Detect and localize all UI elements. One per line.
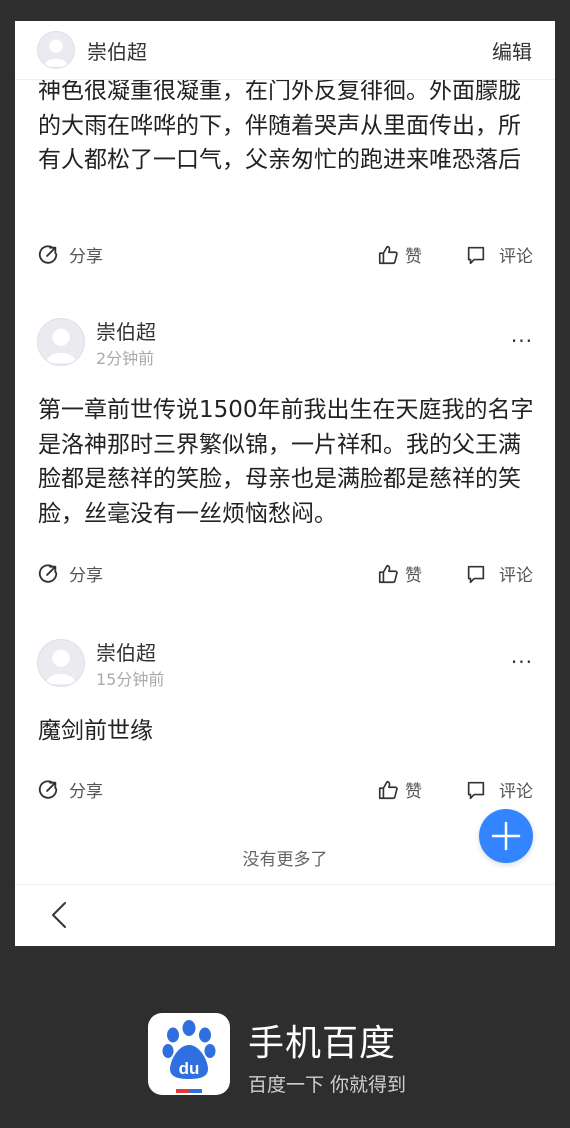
post-actions: 分享 赞 评论 [15, 777, 555, 807]
more-options-button[interactable]: ··· [511, 329, 533, 353]
like-label: 赞 [405, 782, 422, 802]
comment-label: 评论 [499, 566, 533, 586]
post-feed-card: 崇伯超 编辑 神色很凝重很凝重，在门外反复徘徊。外面朦胧的大雨在哗哗的下，伴随着… [15, 21, 555, 946]
share-label: 分享 [69, 247, 103, 267]
post-time: 2分钟前 [96, 349, 155, 368]
plus-icon [491, 821, 521, 851]
avatar[interactable] [37, 318, 85, 366]
thumbs-up-icon [378, 245, 398, 264]
more-options-button[interactable]: ··· [511, 650, 533, 674]
post-text: 神色很凝重很凝重，在门外反复徘徊。外面朦胧的大雨在哗哗的下，伴随着哭声从里面传出… [38, 78, 521, 173]
brand-banner: du 手机百度 百度一下 你就得到 [0, 980, 570, 1128]
comment-icon [467, 565, 485, 583]
bottom-nav-bar [15, 884, 555, 946]
brand-subtitle: 百度一下 你就得到 [248, 1074, 407, 1096]
edit-button[interactable]: 编辑 [492, 36, 532, 65]
thumbs-up-icon [378, 564, 398, 583]
comment-button[interactable]: 评论 [465, 242, 533, 267]
post-username[interactable]: 崇伯超 [96, 316, 156, 345]
thumbs-up-icon [378, 780, 398, 799]
avatar[interactable] [37, 31, 75, 69]
no-more-text: 没有更多了 [242, 850, 328, 870]
share-icon [38, 563, 58, 583]
share-icon [38, 244, 58, 264]
comment-icon [467, 246, 485, 264]
add-post-button[interactable] [479, 809, 533, 863]
post-actions: 分享 赞 评论 [15, 561, 555, 591]
post-text: 魔剑前世缘 [38, 718, 153, 744]
like-button[interactable]: 赞 [377, 242, 422, 267]
post-text: 第一章前世传说1500年前我出生在天庭我的名字是洛神那时三界繁似锦，一片祥和。我… [38, 397, 534, 527]
svg-text:du: du [179, 1059, 200, 1078]
comment-icon [467, 781, 485, 799]
share-label: 分享 [69, 566, 103, 586]
share-icon [38, 779, 58, 799]
brand-title: 手机百度 [248, 1023, 397, 1064]
share-button[interactable]: 分享 [37, 561, 103, 586]
like-label: 赞 [405, 247, 422, 267]
post-time: 15分钟前 [96, 670, 165, 689]
feed-header: 崇伯超 编辑 [15, 21, 555, 80]
comment-label: 评论 [499, 782, 533, 802]
post-username[interactable]: 崇伯超 [96, 637, 156, 666]
baidu-logo: du [148, 1013, 230, 1095]
like-label: 赞 [405, 566, 422, 586]
avatar[interactable] [37, 639, 85, 687]
like-button[interactable]: 赞 [377, 561, 422, 586]
share-label: 分享 [69, 782, 103, 802]
header-username[interactable]: 崇伯超 [87, 36, 147, 65]
share-button[interactable]: 分享 [37, 242, 103, 267]
back-arrow-icon[interactable] [45, 900, 73, 930]
like-button[interactable]: 赞 [377, 777, 422, 802]
post-actions: 分享 赞 评论 [15, 242, 555, 272]
comment-button[interactable]: 评论 [465, 777, 533, 802]
share-button[interactable]: 分享 [37, 777, 103, 802]
comment-label: 评论 [499, 247, 533, 267]
comment-button[interactable]: 评论 [465, 561, 533, 586]
